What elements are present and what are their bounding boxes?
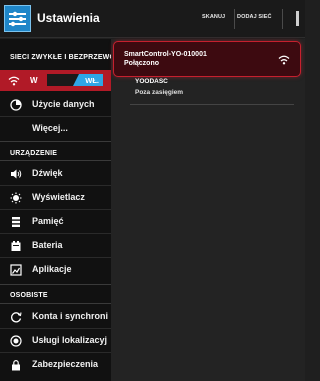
sidebar-item-label: Wyświetlacz [32,192,85,202]
sidebar-item-label: Użycie danych [32,99,95,109]
sidebar-item-label: Więcej... [32,123,68,133]
sidebar-item-label: Aplikacje [32,264,72,274]
wifi-icon [8,76,20,86]
wifi-toggle[interactable]: WŁ. [47,74,103,86]
data-usage-icon [10,99,22,111]
overflow-menu-icon[interactable] [296,11,299,26]
sidebar-item-more[interactable]: Więcej... [0,117,111,141]
network-name: SmartControl-YO-010001 [124,51,207,58]
wifi-signal-icon [278,55,290,65]
action-bar: Ustawienia SKANUJ DODAJ SIEĆ [0,0,305,38]
section-header-device: URZĄDZENIE [10,150,58,157]
apps-icon [10,264,22,276]
battery-icon [10,240,22,252]
add-network-button[interactable]: DODAJ SIEĆ [237,14,272,20]
page-title: Ustawienia [37,11,100,25]
network-item-connected[interactable]: SmartControl-YO-010001 Połączono [113,41,301,77]
sidebar-item-security[interactable]: Zabezpieczenia [0,353,111,377]
brightness-icon [10,192,22,204]
section-header-personal: OSOBISTE [10,292,48,299]
toggle-state-label: WŁ. [85,76,99,85]
sidebar-item-location[interactable]: Usługi lokalizacyj [0,329,111,353]
sidebar-item-label: Pamięć [32,216,64,226]
settings-app-icon[interactable] [4,5,31,32]
network-status: Połączono [124,60,160,67]
sidebar-item-accounts-sync[interactable]: Konta i synchroni [0,305,111,329]
scan-button[interactable]: SKANUJ [202,14,225,20]
network-name[interactable]: YOODASC [135,78,168,85]
sidebar-item-storage[interactable]: Pamięć [0,210,111,234]
location-icon [10,335,22,347]
sidebar-item-label: Konta i synchroni [32,311,109,321]
sidebar-item-battery[interactable]: Bateria [0,234,111,258]
sidebar-item-label: Dźwięk [32,168,63,178]
sidebar-item-wifi[interactable]: W WŁ. [0,70,111,91]
sidebar-item-label: W [30,76,38,85]
storage-icon [10,216,22,228]
sidebar-item-sound[interactable]: Dźwięk [0,162,111,186]
sidebar-item-label: Bateria [32,240,63,250]
lock-icon [10,359,22,371]
sidebar-item-apps[interactable]: Aplikacje [0,258,111,282]
speaker-icon [10,168,22,180]
network-status: Poza zasięgiem [135,89,184,96]
sidebar-item-label: Zabezpieczenia [32,359,99,369]
action-divider [234,9,235,29]
sidebar-item-display[interactable]: Wyświetlacz [0,186,111,210]
sidebar-item-label: Usługi lokalizacyj [32,335,108,345]
sidebar-item-data-usage[interactable]: Użycie danych [0,93,111,117]
list-divider [130,104,294,105]
sync-icon [10,311,22,323]
action-divider [282,9,283,29]
